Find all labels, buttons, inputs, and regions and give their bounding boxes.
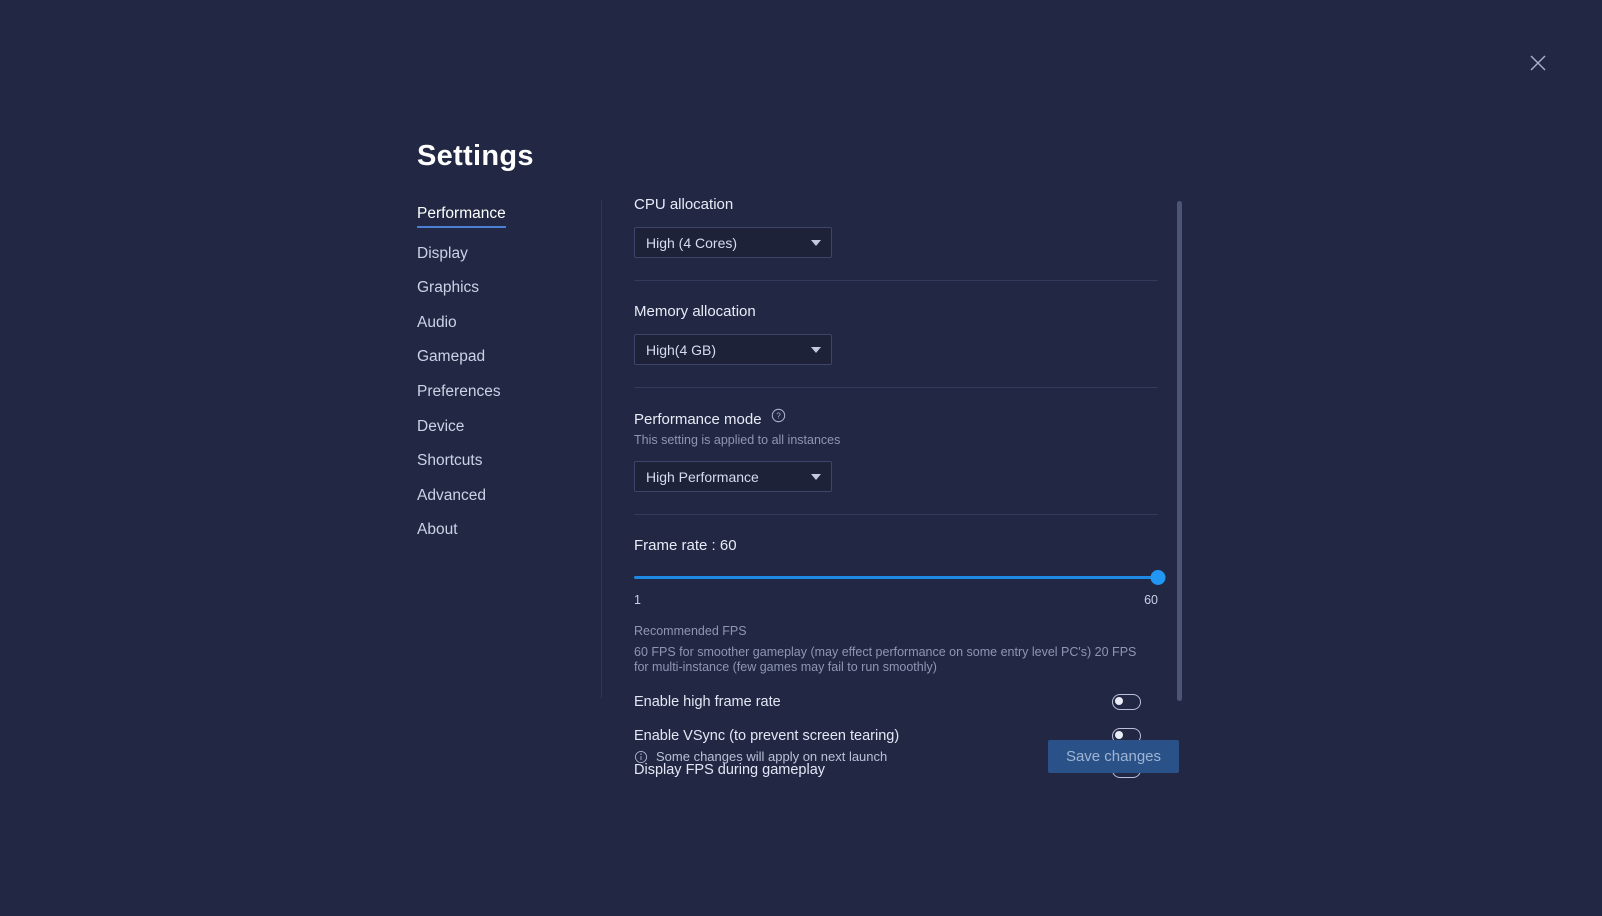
content-scrollbar-thumb[interactable] [1177, 201, 1182, 701]
setting-row-high-frame-rate: Enable high frame rate [634, 693, 1141, 710]
settings-footer: Some changes will apply on next launch S… [634, 740, 1179, 773]
sidebar-item-performance[interactable]: Performance [417, 205, 506, 228]
sidebar-item-gamepad[interactable]: Gamepad [417, 348, 485, 366]
performance-mode-select[interactable]: High Performance [634, 461, 832, 492]
sidebar-item-preferences[interactable]: Preferences [417, 383, 501, 401]
sidebar-item-advanced[interactable]: Advanced [417, 487, 486, 505]
frame-rate-label: Frame rate : 60 [634, 537, 737, 554]
recommended-fps-title: Recommended FPS [634, 624, 747, 638]
sidebar-item-audio[interactable]: Audio [417, 314, 457, 332]
frame-rate-max-label: 60 [1144, 593, 1158, 607]
slider-fill [634, 576, 1158, 579]
performance-mode-section: Performance mode ? This setting is appli… [634, 388, 1158, 492]
performance-mode-label: Performance mode [634, 410, 762, 428]
cpu-allocation-value: High (4 Cores) [646, 234, 738, 251]
sidebar-item-device[interactable]: Device [417, 418, 464, 436]
settings-sidebar: Performance Display Graphics Audio Gamep… [417, 205, 587, 556]
memory-allocation-select[interactable]: High(4 GB) [634, 334, 832, 365]
footer-note-text: Some changes will apply on next launch [656, 749, 888, 764]
chevron-down-icon [811, 473, 821, 480]
frame-rate-min-label: 1 [634, 593, 641, 607]
sidebar-item-about[interactable]: About [417, 521, 458, 539]
sidebar-item-graphics[interactable]: Graphics [417, 279, 479, 297]
info-circle-icon [634, 750, 648, 764]
chevron-down-icon [811, 346, 821, 353]
cpu-allocation-select[interactable]: High (4 Cores) [634, 227, 832, 258]
toggle-knob [1115, 730, 1123, 739]
chevron-down-icon [811, 239, 821, 246]
close-button[interactable] [1523, 48, 1553, 78]
frame-rate-slider[interactable] [634, 570, 1166, 585]
high-frame-rate-toggle[interactable] [1112, 693, 1141, 710]
performance-mode-value: High Performance [646, 468, 759, 485]
high-frame-rate-label: Enable high frame rate [634, 693, 781, 710]
svg-text:?: ? [776, 412, 781, 421]
help-circle-icon[interactable]: ? [771, 408, 786, 428]
recommended-fps-body: 60 FPS for smoother gameplay (may effect… [634, 645, 1137, 675]
footer-note: Some changes will apply on next launch [634, 749, 887, 764]
memory-allocation-section: Memory allocation High(4 GB) [634, 281, 1158, 365]
save-changes-button[interactable]: Save changes [1048, 740, 1179, 773]
memory-allocation-value: High(4 GB) [646, 341, 717, 358]
sidebar-content-divider [601, 200, 602, 698]
slider-thumb[interactable] [1150, 570, 1166, 585]
page-title: Settings [417, 140, 534, 172]
settings-content-panel: CPU allocation High (4 Cores) Memory all… [634, 196, 1166, 778]
close-icon [1530, 55, 1546, 71]
sidebar-item-shortcuts[interactable]: Shortcuts [417, 452, 482, 470]
frame-rate-section: Frame rate : 60 1 60 Recommended FPS 60 … [634, 515, 1166, 778]
sidebar-item-display[interactable]: Display [417, 245, 468, 263]
toggle-knob [1115, 696, 1123, 705]
memory-allocation-label: Memory allocation [634, 303, 756, 320]
performance-mode-sublabel: This setting is applied to all instances [634, 433, 841, 447]
cpu-allocation-section: CPU allocation High (4 Cores) [634, 196, 1158, 258]
cpu-allocation-label: CPU allocation [634, 196, 734, 213]
